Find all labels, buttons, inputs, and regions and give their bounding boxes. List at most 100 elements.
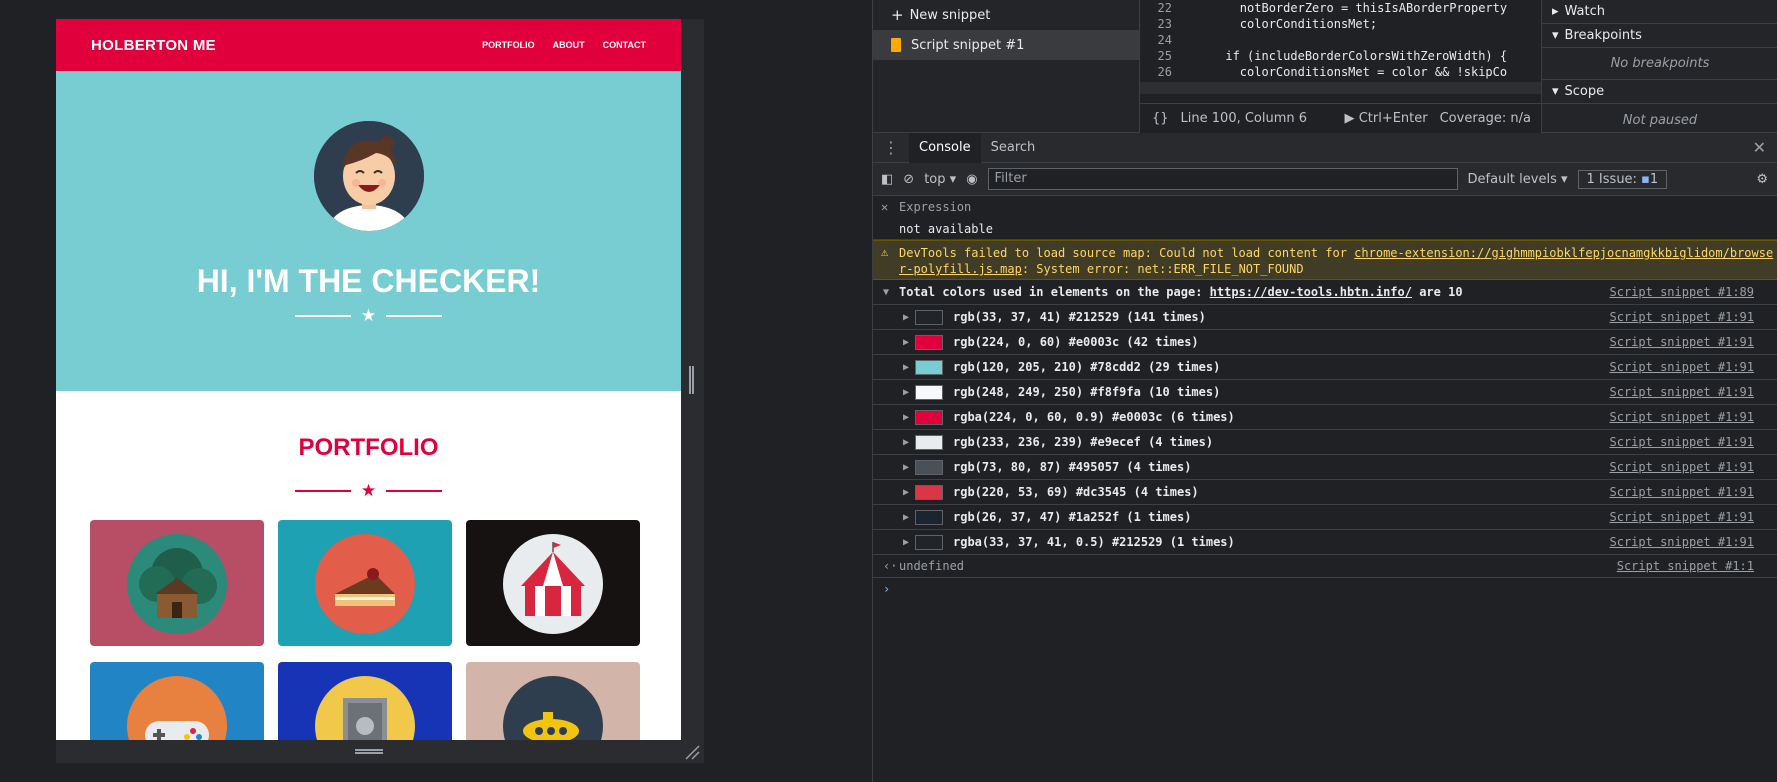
total-colors-group[interactable]: ▼ Total colors used in elements on the p… xyxy=(873,280,1777,305)
no-breakpoints-text: No breakpoints xyxy=(1542,48,1777,80)
log-levels-dropdown[interactable]: Default levels ▾ xyxy=(1468,172,1568,187)
page-url-link[interactable]: https://dev-tools.hbtn.info/ xyxy=(1210,285,1412,299)
snippets-navigator: + New snippet Script snippet #1 xyxy=(873,0,1140,133)
color-log-row[interactable]: ▶ rgba(224, 0, 60, 0.9) #e0003c (6 times)… xyxy=(873,405,1777,430)
color-log-row[interactable]: ▶ rgb(248, 249, 250) #f8f9fa (10 times) Sc… xyxy=(873,380,1777,405)
color-swatch xyxy=(915,384,943,400)
source-link[interactable]: Script snippet #1:91 xyxy=(1610,335,1755,349)
close-drawer-icon[interactable]: ✕ xyxy=(1753,138,1777,157)
clear-console-icon[interactable]: ⊘ xyxy=(903,172,914,187)
nav-link-about[interactable]: ABOUT xyxy=(553,40,585,50)
not-paused-text: Not paused xyxy=(1622,112,1698,128)
plus-icon: + xyxy=(891,6,904,24)
source-link[interactable]: Script snippet #1:91 xyxy=(1610,435,1755,449)
expand-row-icon[interactable]: ▶ xyxy=(903,512,909,523)
source-link[interactable]: Script snippet #1:91 xyxy=(1610,535,1755,549)
source-link[interactable]: Script snippet #1:91 xyxy=(1610,385,1755,399)
color-log-row[interactable]: ▶ rgb(224, 0, 60) #e0003c (42 times) Scrip… xyxy=(873,330,1777,355)
filter-input[interactable]: Filter xyxy=(987,168,1458,190)
circus-tent-icon xyxy=(503,534,603,634)
code-line: 23 colorConditionsMet; xyxy=(1157,17,1378,31)
color-swatch xyxy=(915,359,943,375)
source-link[interactable]: Script snippet #1:91 xyxy=(1610,410,1755,424)
color-swatch xyxy=(915,434,943,450)
source-link[interactable]: Script snippet #1:91 xyxy=(1610,460,1755,474)
portfolio-card-cabin[interactable] xyxy=(90,520,264,646)
debugger-sidebar: ▸ Watch ▾ Breakpoints No breakpoints ▾ Scop… xyxy=(1541,0,1777,133)
expand-row-icon[interactable]: ▶ xyxy=(903,387,909,398)
sources-panel: + New snippet Script snippet #1 22 notBo… xyxy=(873,0,1777,133)
device-preview-pane: HOLBERTON ME PORTFOLIO ABOUT CONTACT HI,… xyxy=(0,0,872,782)
color-label: rgb(233, 236, 239) #e9ecef (4 times) xyxy=(953,435,1214,449)
portfolio-card-safe[interactable] xyxy=(278,662,452,740)
source-link[interactable]: Script snippet #1:1 xyxy=(1617,559,1754,573)
expand-group-icon[interactable]: ▼ xyxy=(883,287,889,298)
tab-console[interactable]: Console xyxy=(909,132,981,163)
more-tools-icon[interactable]: ⋮ xyxy=(873,138,909,157)
corner-resize-icon[interactable] xyxy=(684,744,700,760)
issue-message-icon: ▪ xyxy=(1641,171,1650,187)
snippet-item[interactable]: Script snippet #1 xyxy=(873,30,1139,60)
pretty-print-icon[interactable]: {} xyxy=(1152,111,1169,126)
devtools-panel: + New snippet Script snippet #1 22 notBo… xyxy=(872,0,1777,782)
color-label: rgb(220, 53, 69) #dc3545 (4 times) xyxy=(953,485,1199,499)
color-log-row[interactable]: ▶ rgb(220, 53, 69) #dc3545 (4 times) Scrip… xyxy=(873,480,1777,505)
context-selector[interactable]: top ▾ xyxy=(924,172,956,187)
expand-row-icon[interactable]: ▶ xyxy=(903,437,909,448)
color-label: rgb(73, 80, 87) #495057 (4 times) xyxy=(953,460,1192,474)
console-prompt[interactable]: › xyxy=(873,578,1777,600)
live-expression-eye-icon[interactable]: ◉ xyxy=(966,172,977,187)
horizontal-scrollbar[interactable] xyxy=(1140,82,1541,94)
portfolio-card-cake[interactable] xyxy=(278,520,452,646)
console-toolbar: ◧ ⊘ top ▾ ◉ Filter Default levels ▾ 1 Is… xyxy=(873,163,1777,196)
issues-badge[interactable]: 1 Issue: ▪1 xyxy=(1577,169,1668,189)
color-log-row[interactable]: ▶ rgb(33, 37, 41) #212529 (141 times) Scri… xyxy=(873,305,1777,330)
portfolio-card-circus[interactable] xyxy=(466,520,640,646)
expand-row-icon[interactable]: ▶ xyxy=(903,412,909,423)
gamepad-icon xyxy=(127,676,227,740)
source-link[interactable]: Script snippet #1:91 xyxy=(1610,485,1755,499)
color-log-row[interactable]: ▶ rgb(233, 236, 239) #e9ecef (4 times) Scr… xyxy=(873,430,1777,455)
nav-link-contact[interactable]: CONTACT xyxy=(603,40,646,50)
color-log-row[interactable]: ▶ rgb(73, 80, 87) #495057 (4 times) Script… xyxy=(873,455,1777,480)
expand-row-icon[interactable]: ▶ xyxy=(903,362,909,373)
new-snippet-label: New snippet xyxy=(909,7,991,23)
expand-row-icon[interactable]: ▶ xyxy=(903,337,909,348)
source-link[interactable]: Script snippet #1:89 xyxy=(1610,285,1755,299)
color-log-row[interactable]: ▶ rgb(26, 37, 47) #1a252f (1 times) Script… xyxy=(873,505,1777,530)
run-snippet-button[interactable]: ▶ Ctrl+Enter xyxy=(1345,111,1428,126)
portfolio-heading: PORTFOLIO xyxy=(298,434,439,461)
star-icon: ★ xyxy=(360,481,377,500)
color-log-row[interactable]: ▶ rgba(33, 37, 41, 0.5) #212529 (1 times)… xyxy=(873,530,1777,555)
color-swatch xyxy=(915,484,943,500)
code-line: 26 colorConditionsMet = color && !skipCo xyxy=(1157,65,1508,79)
portfolio-card-submarine[interactable] xyxy=(466,662,640,740)
expand-row-icon[interactable]: ▶ xyxy=(903,312,909,323)
expand-row-icon[interactable]: ▶ xyxy=(903,537,909,548)
color-swatch xyxy=(915,409,943,425)
portfolio-card-gamepad[interactable] xyxy=(90,662,264,740)
source-link[interactable]: Script snippet #1:91 xyxy=(1610,310,1755,324)
submarine-icon xyxy=(503,676,603,740)
resize-grip-icon xyxy=(689,366,694,394)
code-editor[interactable]: 22 notBorderZero = thisIsABorderProperty… xyxy=(1140,0,1541,133)
nav-link-portfolio[interactable]: PORTFOLIO xyxy=(482,40,535,50)
expand-row-icon[interactable]: ▶ xyxy=(903,487,909,498)
breakpoints-section-header[interactable]: ▾ Breakpoints xyxy=(1542,24,1777,48)
source-link[interactable]: Script snippet #1:91 xyxy=(1610,360,1755,374)
scope-section-header[interactable]: ▾ Scope xyxy=(1542,80,1777,104)
sidebar-toggle-icon[interactable]: ◧ xyxy=(881,172,893,187)
color-label: rgb(26, 37, 47) #1a252f (1 times) xyxy=(953,510,1192,524)
console-settings-gear-icon[interactable]: ⚙ xyxy=(1756,172,1768,187)
color-swatch xyxy=(915,534,943,550)
site-brand[interactable]: HOLBERTON ME xyxy=(91,37,216,54)
remove-expression-icon[interactable]: ✕ xyxy=(881,200,888,214)
safe-icon xyxy=(315,676,415,740)
code-line: 25 if (includeBorderColorsWithZeroWidth)… xyxy=(1157,49,1508,63)
source-link[interactable]: Script snippet #1:91 xyxy=(1610,510,1755,524)
new-snippet-button[interactable]: + New snippet xyxy=(873,0,1139,30)
tab-search[interactable]: Search xyxy=(981,133,1046,163)
color-log-row[interactable]: ▶ rgb(120, 205, 210) #78cdd2 (29 times) Sc… xyxy=(873,355,1777,380)
watch-section-header[interactable]: ▸ Watch xyxy=(1542,0,1777,24)
expand-row-icon[interactable]: ▶ xyxy=(903,462,909,473)
